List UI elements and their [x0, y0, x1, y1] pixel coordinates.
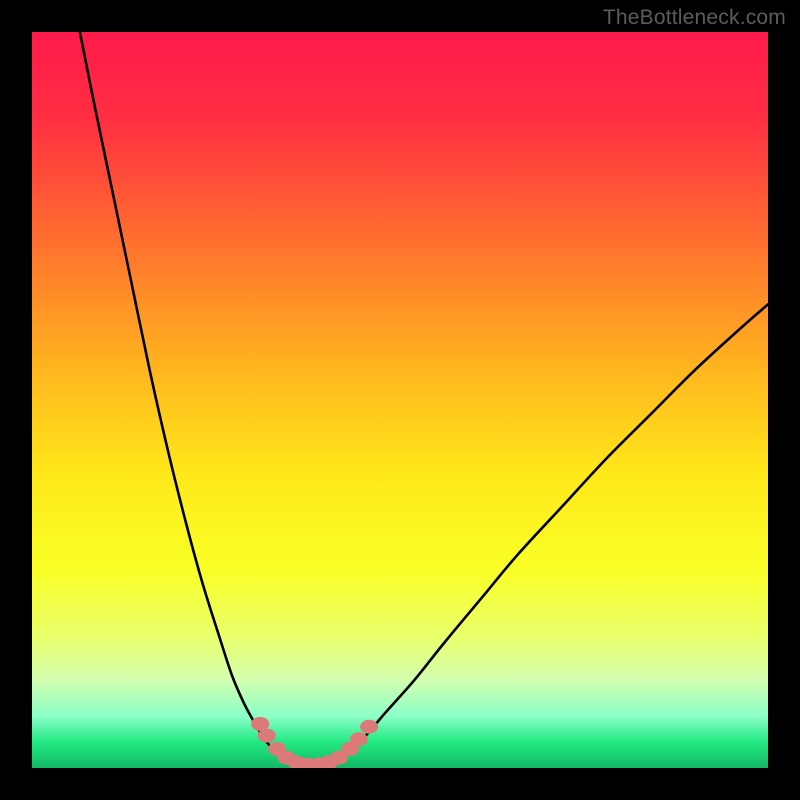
bottleneck-chart: [32, 32, 768, 768]
chart-frame: [32, 32, 768, 768]
gradient-background: [32, 32, 768, 768]
curve-marker: [360, 720, 378, 734]
curve-marker: [350, 732, 368, 746]
watermark-text: TheBottleneck.com: [603, 6, 786, 30]
curve-marker: [258, 729, 276, 743]
